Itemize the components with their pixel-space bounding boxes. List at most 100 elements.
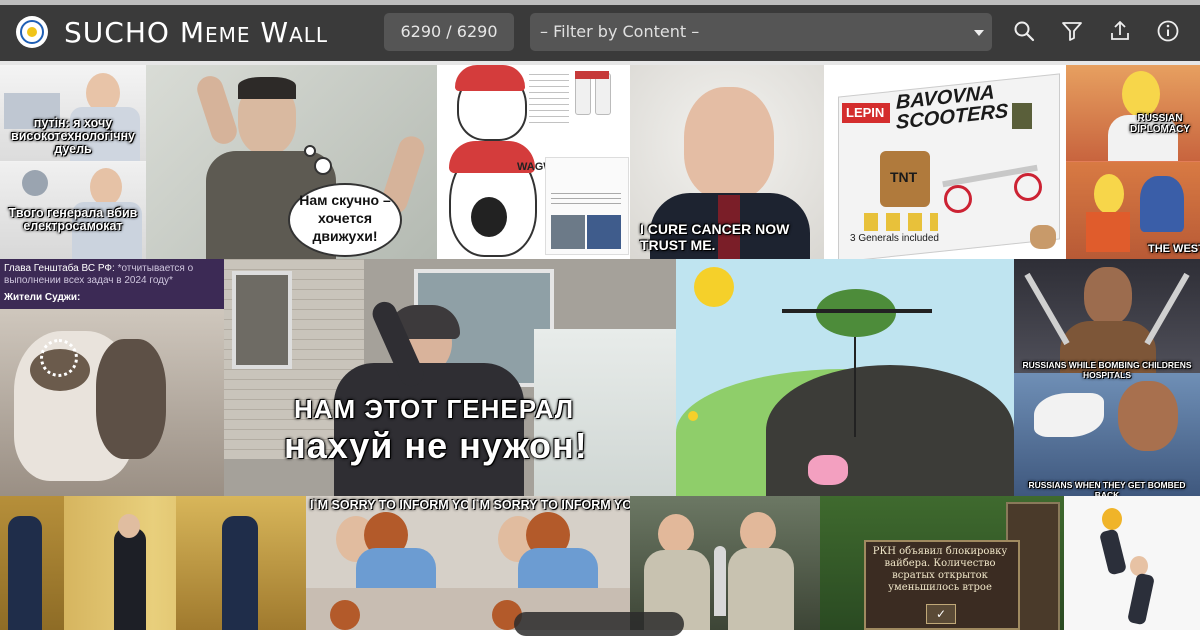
drawn-frog-drone: [816, 289, 896, 337]
vaccine-vial-2: [595, 73, 611, 115]
meme-tile-sorry-a[interactable]: I`M SORRY TO INFORM YOU: [306, 496, 468, 630]
meme-tile-trejo[interactable]: RUSSIANS WHILE BOMBING CHILDRENS HOSPITA…: [1014, 259, 1200, 496]
meme-tile-lego[interactable]: LEPIN BAVOVNA SCOOTERS TNT 3 Generals in…: [824, 65, 1066, 259]
trejo-face-smile: [1118, 381, 1178, 451]
guard-right: [222, 516, 258, 630]
content-filter-label: – Filter by Content –: [540, 22, 700, 41]
meme-tile-dancing[interactable]: [1064, 496, 1200, 630]
app-title-meme: Meme: [179, 16, 251, 49]
upload-icon[interactable]: [1108, 19, 1132, 43]
scrubs: [356, 548, 436, 588]
sorry-caption-a: I`M SORRY TO INFORM YOU: [310, 498, 468, 512]
putin-walking: [114, 528, 146, 630]
scooter-wheel-1: [944, 185, 972, 213]
machete-left: [1024, 272, 1070, 346]
guard-left: [8, 516, 42, 630]
trejo-face: [1084, 267, 1132, 325]
tweet-photo-vaccine: [587, 215, 621, 249]
maga-hat-top: [455, 65, 525, 91]
heroes-dialog-text: РКН объявил блокировку вайбера. Количест…: [872, 546, 1008, 593]
app-title-main: SUCHO: [64, 16, 170, 49]
logo-sun: [27, 27, 37, 37]
drawn-pig: [808, 455, 848, 485]
app-title: SUCHO Meme Wall: [64, 16, 328, 50]
scooter-wheel-2: [1014, 173, 1042, 201]
dialog-ok-button[interactable]: ✓: [926, 604, 956, 624]
harold-caption-bottom: Твого генерала вбив електросамокат: [8, 206, 138, 233]
meme-tile-simpsons[interactable]: RUSSIAN DIPLOMACY THE WEST: [1066, 65, 1200, 259]
tweet-photo-putin: [551, 215, 585, 249]
lego-tnt: TNT: [890, 169, 918, 185]
babushka-caption-2: нахуй не нужон!: [284, 425, 588, 466]
chevron-down-icon: [974, 30, 984, 36]
speech-dot-2: [304, 145, 316, 157]
trejo-panel-top: [1014, 259, 1200, 373]
meme-tile-babushka[interactable]: НАМ ЭТОТ ГЕНЕРАЛ нахуй не нужон!: [224, 259, 676, 496]
drone-rope: [854, 337, 856, 437]
homer-head: [1122, 71, 1160, 117]
sucho-logo[interactable]: [16, 16, 48, 48]
host-left-head: [658, 514, 694, 554]
wojak-mouth: [471, 197, 507, 237]
babushka-caption-1: НАМ ЭТОТ ГЕНЕРАЛ: [294, 394, 575, 424]
meme-tile-wojak[interactable]: WAGW!: [437, 65, 630, 259]
content-filter-select[interactable]: – Filter by Content –: [530, 13, 992, 51]
marge-hair: [1140, 176, 1184, 232]
cat-header-title: Глава Генштаба ВС РФ:: [4, 263, 115, 274]
dancer-one-body: [1098, 528, 1128, 576]
meme-counter: 6290 / 6290: [384, 13, 514, 51]
rocket-model: [714, 546, 726, 616]
cat-photo: [0, 309, 224, 496]
meme-tile-sorry-b[interactable]: I`M SORRY TO INFORM YOU: [468, 496, 630, 630]
dancer-one-head: [1102, 508, 1122, 530]
emblem: [22, 170, 48, 196]
putin-head: [118, 514, 140, 538]
meme-tile-drone[interactable]: [676, 259, 1014, 496]
drawn-bunker: [766, 365, 1014, 496]
simpsons-caption-bottom: THE WEST: [1148, 243, 1200, 255]
simpsons-caption-top: RUSSIAN DIPLOMACY: [1130, 113, 1190, 135]
window-left: [232, 271, 292, 369]
lego-dog: [1030, 225, 1056, 249]
lego-minifig: [1012, 103, 1032, 129]
tweet-text: [551, 189, 621, 205]
meme-tile-harold[interactable]: путін: я хочу високотехнологічну дуель Т…: [0, 65, 146, 259]
app-header: SUCHO Meme Wall 6290 / 6290 – Filter by …: [0, 5, 1200, 61]
white-dove: [1034, 393, 1104, 437]
putin-face: [684, 87, 774, 199]
drawn-sun: [694, 267, 734, 307]
harold-face-2: [90, 168, 122, 206]
hitler-bubble-text: Нам скучно – хочется движухи!: [299, 192, 391, 244]
trejo-panel-bottom: [1014, 373, 1200, 496]
meme-tile-putin[interactable]: I CURE CANCER NOW TRUST ME.: [630, 65, 824, 259]
loading-spinner-icon: [40, 339, 78, 377]
app-title-wall: Wall: [260, 16, 329, 49]
meme-tile-heroes[interactable]: РКН объявил блокировку вайбера. Количест…: [820, 496, 1064, 630]
lego-generals-label: 3 Generals included: [850, 233, 939, 244]
drone-arms: [782, 309, 932, 313]
drawn-flower: [688, 411, 698, 421]
host-right-coat: [728, 548, 794, 630]
meme-tile-cat[interactable]: Глава Генштаба ВС РФ: *отчитывается о вы…: [0, 259, 224, 496]
host-right-head: [740, 512, 776, 552]
cat-header-text: Глава Генштаба ВС РФ: *отчитывается о вы…: [4, 263, 220, 287]
vial-caps: [575, 71, 609, 79]
scrubs-b: [518, 548, 598, 588]
cat-header: Глава Генштаба ВС РФ: *отчитывается о вы…: [0, 259, 224, 309]
figure-hand-left: [193, 72, 241, 148]
bart-head: [1094, 174, 1124, 214]
bottom-toolbar[interactable]: [514, 612, 684, 636]
trejo-caption-top: RUSSIANS WHILE BOMBING CHILDRENS HOSPITA…: [1022, 360, 1192, 380]
meme-tile-kremlin[interactable]: [0, 496, 306, 630]
meme-tile-tv-hosts[interactable]: [630, 496, 820, 630]
vaccine-vial-1: [575, 73, 591, 115]
putin-caption: I CURE CANCER NOW TRUST ME.: [640, 221, 790, 253]
meme-tile-hitler[interactable]: Нам скучно – хочется движухи!: [146, 65, 437, 259]
filter-icon[interactable]: [1060, 19, 1084, 43]
bart-shirt: [1086, 212, 1130, 252]
search-icon[interactable]: [1012, 19, 1036, 43]
sorry-caption-b: I`M SORRY TO INFORM YOU: [472, 498, 630, 512]
cat-header-sub: Жители Суджи:: [4, 292, 81, 303]
cat-back: [96, 339, 166, 459]
info-icon[interactable]: [1156, 19, 1180, 43]
